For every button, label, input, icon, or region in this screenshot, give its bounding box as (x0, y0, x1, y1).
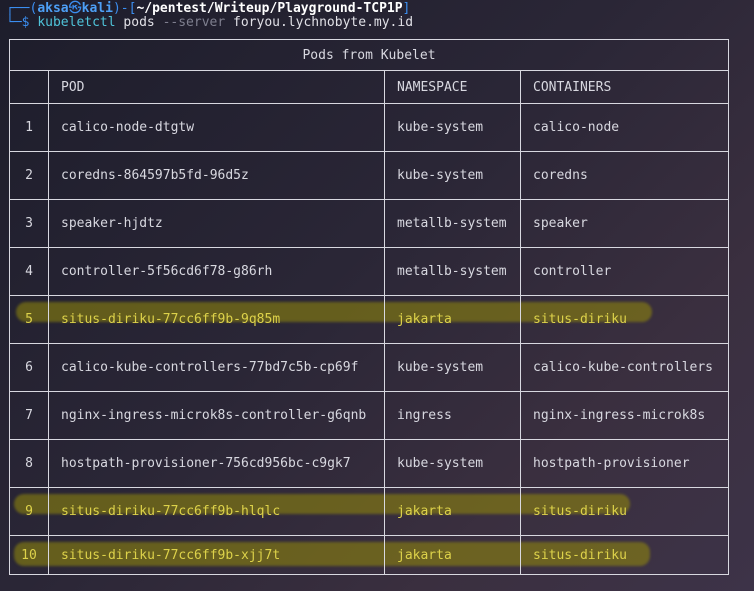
row-index: 9 (10, 488, 49, 535)
command-name: kubeletctl (37, 15, 116, 30)
row-containers: situs-diriku (533, 504, 627, 519)
table-row: 4 controller-5f56cd6f78-g86rh metallb-sy… (10, 248, 728, 296)
skull-icon: ㉿ (68, 1, 82, 16)
row-containers: nginx-ingress-microk8s (533, 408, 706, 423)
row-pod: calico-node-dtgtw (49, 104, 385, 151)
prompt-corner-bottom: └─ (6, 15, 22, 30)
pods-table: Pods from Kubelet POD NAMESPACE CONTAINE… (9, 39, 729, 575)
row-index: 2 (10, 152, 49, 199)
prompt-bracket-end: ] (402, 1, 411, 16)
table-row-highlighted: 9 situs-diriku-77cc6ff9b-hlqlc jakarta s… (10, 488, 728, 536)
table-row: 7 nginx-ingress-microk8s-controller-g6qn… (10, 392, 728, 440)
row-index: 6 (10, 344, 49, 391)
table-row: 6 calico-kube-controllers-77bd7c5b-cp69f… (10, 344, 728, 392)
table-row: 8 hostpath-provisioner-756cd956bc-c9gk7 … (10, 440, 728, 488)
row-namespace: kube-system (385, 344, 521, 391)
prompt-user: aksa (37, 1, 69, 16)
header-containers: CONTAINERS (533, 79, 612, 95)
row-namespace: kube-system (385, 152, 521, 199)
row-containers: controller (533, 264, 612, 279)
row-containers: situs-diriku (533, 547, 627, 563)
row-pod: calico-kube-controllers-77bd7c5b-cp69f (49, 344, 385, 391)
row-containers: hostpath-provisioner (533, 456, 690, 471)
row-pod: situs-diriku-77cc6ff9b-9q85m (49, 296, 385, 343)
row-containers: situs-diriku (533, 312, 627, 327)
row-containers: speaker (533, 216, 588, 231)
command-subcommand: pods (115, 15, 163, 30)
table-row-highlighted: 10 situs-diriku-77cc6ff9b-xjj7t jakarta … (10, 536, 728, 574)
row-index: 7 (10, 392, 49, 439)
row-index: 8 (10, 440, 49, 487)
row-index: 1 (10, 104, 49, 151)
table-row: 3 speaker-hjdtz metallb-system speaker (10, 200, 728, 248)
prompt-dollar: $ (21, 15, 38, 30)
terminal-window[interactable]: ┌──(aksa㉿kali)-[~/pentest/Writeup/Playgr… (0, 0, 754, 591)
header-namespace: NAMESPACE (385, 71, 521, 103)
row-namespace: kube-system (385, 440, 521, 487)
row-containers: coredns (533, 168, 588, 183)
row-pod: speaker-hjdtz (49, 200, 385, 247)
row-index: 10 (10, 536, 49, 574)
row-index: 4 (10, 248, 49, 295)
row-index: 3 (10, 200, 49, 247)
row-namespace: jakarta (385, 536, 521, 574)
row-pod: situs-diriku-77cc6ff9b-xjj7t (49, 536, 385, 574)
row-pod: nginx-ingress-microk8s-controller-g6qnb (49, 392, 385, 439)
row-index: 5 (10, 296, 49, 343)
row-pod: coredns-864597b5fd-96d5z (49, 152, 385, 199)
row-namespace: kube-system (385, 104, 521, 151)
row-containers: calico-kube-controllers (533, 360, 714, 375)
header-pod: POD (49, 71, 385, 103)
table-header-row: POD NAMESPACE CONTAINERS (10, 71, 728, 104)
header-index (10, 71, 49, 103)
command-flag: --server (162, 15, 226, 30)
table-row: 1 calico-node-dtgtw kube-system calico-n… (10, 104, 728, 152)
row-namespace: metallb-system (385, 200, 521, 247)
row-containers: calico-node (533, 120, 620, 135)
table-row-highlighted: 5 situs-diriku-77cc6ff9b-9q85m jakarta s… (10, 296, 728, 344)
row-namespace: jakarta (385, 488, 521, 535)
prompt-path: ~/pentest/Writeup/Playground-TCP1P (136, 1, 403, 16)
row-pod: situs-diriku-77cc6ff9b-hlqlc (49, 488, 385, 535)
row-pod: controller-5f56cd6f78-g86rh (49, 248, 385, 295)
prompt-corner-top: ┌──( (6, 1, 38, 16)
command-argument: foryou.lychnobyte.my.id (225, 15, 414, 30)
prompt-line-2: └─$ kubeletctl pods --server foryou.lych… (6, 15, 413, 31)
row-namespace: ingress (385, 392, 521, 439)
prompt-host: kali (81, 1, 113, 16)
prompt-separator: )-[ (112, 1, 137, 16)
table-row: 2 coredns-864597b5fd-96d5z kube-system c… (10, 152, 728, 200)
row-namespace: jakarta (385, 296, 521, 343)
table-title: Pods from Kubelet (10, 40, 728, 71)
row-pod: hostpath-provisioner-756cd956bc-c9gk7 (49, 440, 385, 487)
row-namespace: metallb-system (385, 248, 521, 295)
